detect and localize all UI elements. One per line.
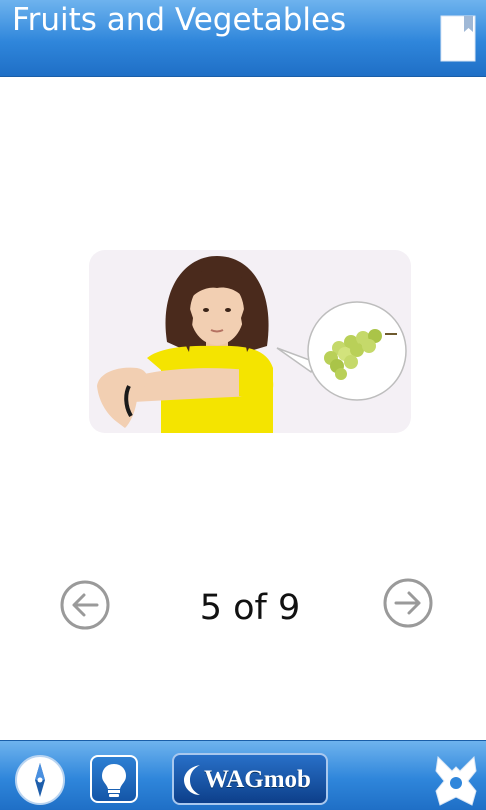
wagmob-label: WAGmob	[204, 766, 311, 793]
sign-illustration-card	[89, 250, 411, 433]
child-signing-illustration	[97, 256, 407, 433]
next-button[interactable]	[382, 577, 434, 629]
bookmark-icon	[440, 15, 476, 62]
compass-icon	[15, 755, 65, 805]
lightbulb-icon	[102, 764, 126, 797]
menu-button[interactable]	[432, 753, 480, 809]
arrow-left-circle-icon	[60, 580, 110, 630]
previous-button[interactable]	[59, 579, 111, 631]
menu-icon	[435, 755, 477, 806]
page-title: Fruits and Vegetables	[12, 2, 347, 38]
wagmob-button[interactable]: WAGmob	[172, 753, 328, 805]
page-indicator: 5 of 9	[199, 588, 301, 628]
moon-logo-icon	[184, 765, 200, 795]
bottom-toolbar: WAGmob	[0, 740, 486, 810]
bookmark-button[interactable]	[438, 10, 480, 64]
title-bar: Fruits and Vegetables	[0, 0, 486, 77]
compass-button[interactable]	[14, 754, 66, 806]
tip-button[interactable]	[90, 755, 138, 803]
arrow-right-circle-icon	[383, 578, 433, 628]
